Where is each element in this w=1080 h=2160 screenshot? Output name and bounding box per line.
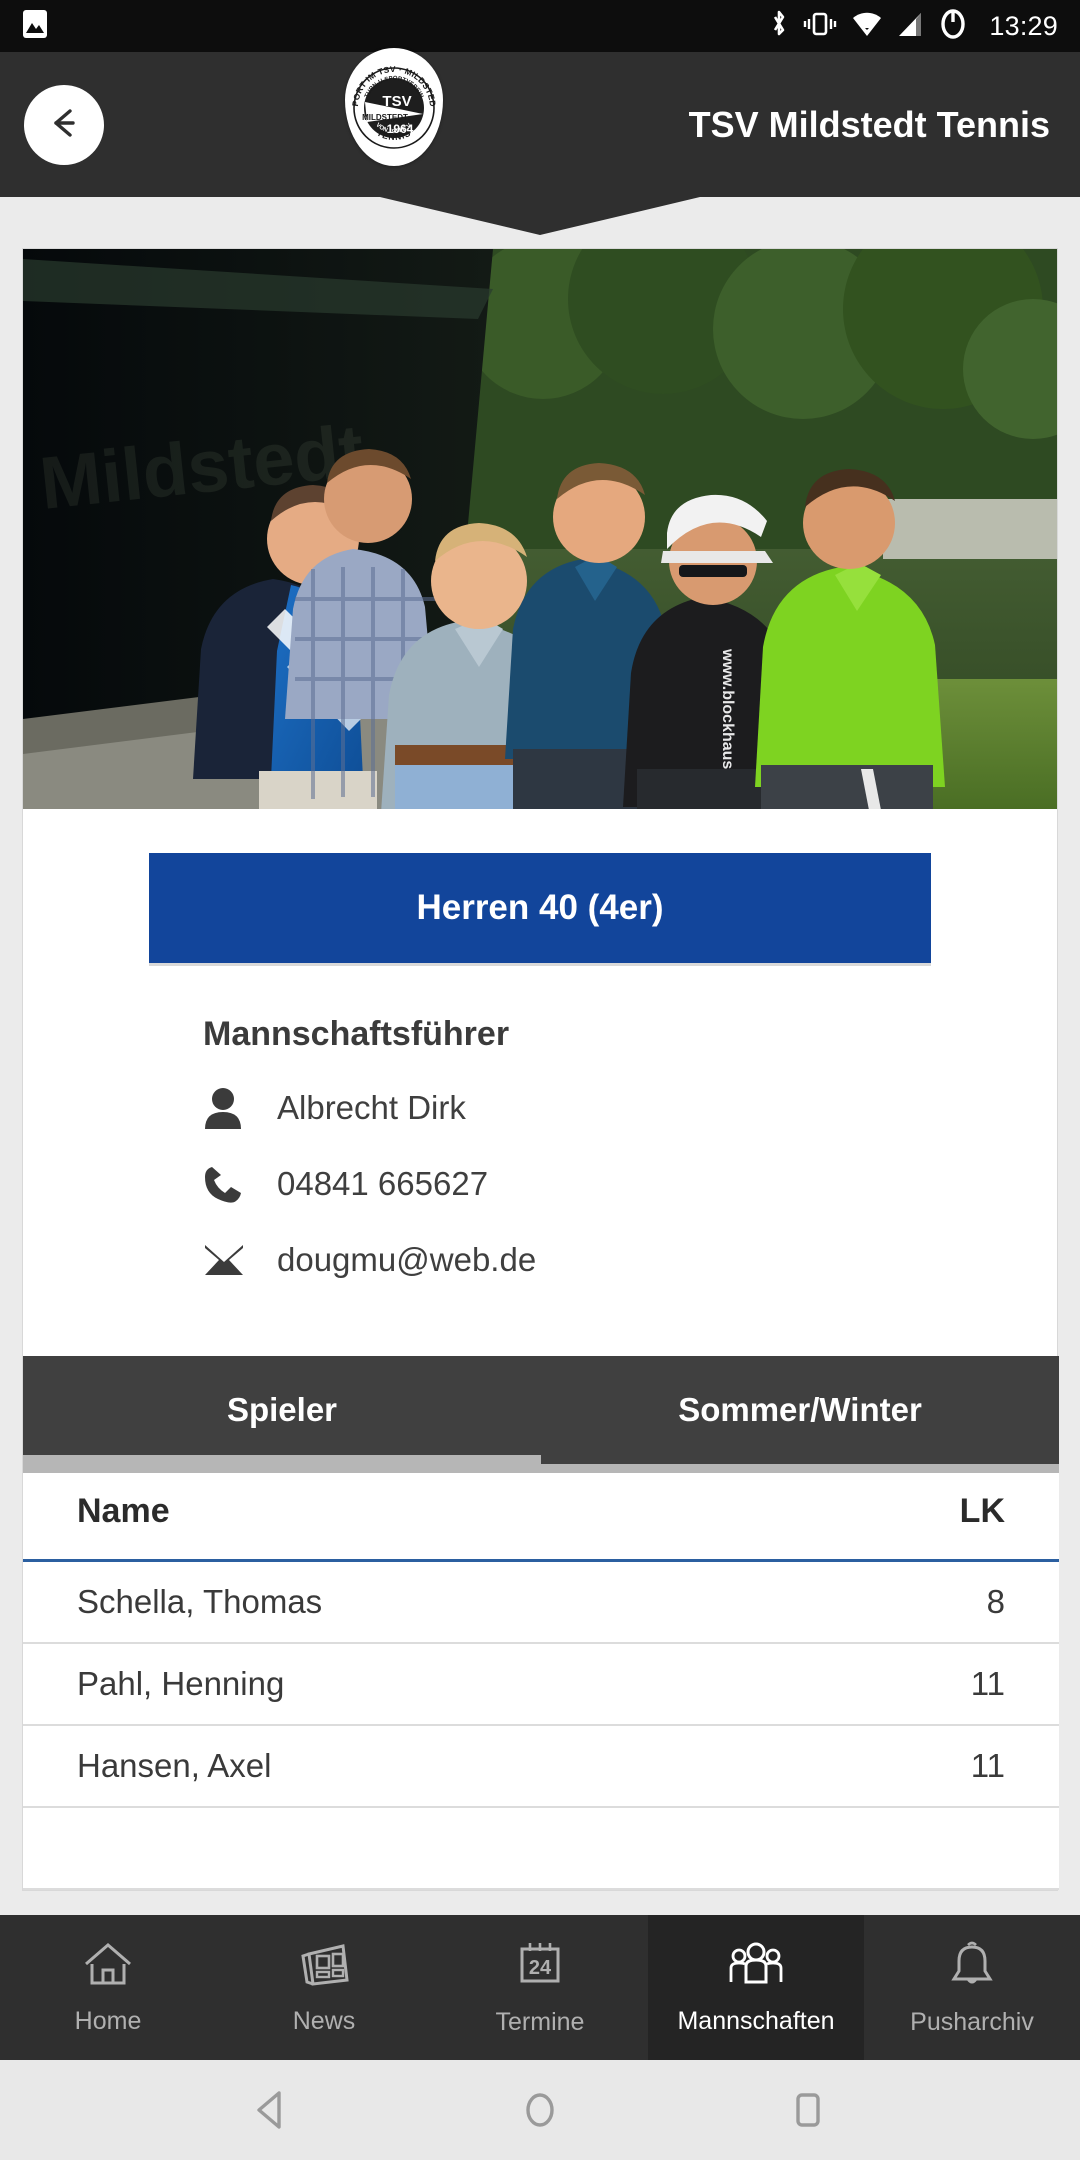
svg-text:1964: 1964 <box>387 122 414 136</box>
nav-item-termine[interactable]: 24 Termine <box>432 1915 648 2060</box>
player-name: Schella, Thomas <box>77 1583 323 1620</box>
player-name: Hansen, Axel <box>77 1747 272 1784</box>
android-recents-button[interactable] <box>785 2087 831 2133</box>
player-lk: 11 <box>970 1665 1005 1702</box>
page-title: TSV Mildstedt Tennis <box>688 103 1050 145</box>
tab-active-indicator <box>23 1455 541 1464</box>
nav-item-news[interactable]: News <box>216 1915 432 2060</box>
signal-icon <box>897 10 925 43</box>
image-icon <box>22 9 48 44</box>
table-row[interactable]: Schella, Thomas 8 <box>23 1562 1059 1644</box>
svg-text:TSV: TSV <box>382 93 411 110</box>
contact-row-phone[interactable]: 04841 665627 <box>203 1160 1057 1208</box>
table-header-row: Name LK <box>23 1464 1059 1562</box>
team-card: Mildstedt www.blockhaus.de Herren 40 (4e… <box>22 248 1059 1891</box>
app-screen: 13:29 TSV Mildstedt Tennis SPORT IM T <box>0 0 1080 2160</box>
tab-sommer-winter[interactable]: Sommer/Winter <box>541 1356 1059 1464</box>
team-button-wrap: Herren 40 (4er) <box>23 809 1057 963</box>
contact-person-name: Albrecht Dirk <box>277 1089 466 1126</box>
nav-label: Termine <box>495 2007 585 2036</box>
bell-icon <box>948 1939 996 1994</box>
svg-text:MILDSTEDT: MILDSTEDT <box>362 113 408 122</box>
people-icon <box>727 1940 785 1993</box>
tab-bar: Spieler Sommer/Winter <box>23 1356 1059 1473</box>
status-bar: 13:29 <box>0 0 1080 52</box>
wifi-icon <box>851 10 883 43</box>
bluetooth-icon <box>769 8 789 45</box>
calendar-icon: 24 <box>514 1939 566 1994</box>
player-lk: 11 <box>970 1747 1005 1784</box>
contact-row-mail[interactable]: dougmu@web.de <box>203 1236 1057 1284</box>
table-row[interactable]: Hansen, Axel 11 <box>23 1726 1059 1808</box>
phone-icon <box>203 1163 265 1205</box>
contact-heading: Mannschaftsführer <box>203 1015 510 1053</box>
column-header-lk: LK <box>959 1492 1005 1530</box>
status-bar-right: 13:29 <box>769 8 1058 45</box>
player-name: Pahl, Henning <box>77 1665 285 1702</box>
android-navigation-bar <box>0 2060 1080 2160</box>
contact-section: Mannschaftsführer Albrecht Dirk 04841 66… <box>23 963 1057 1356</box>
app-bar: TSV Mildstedt Tennis <box>0 52 1080 197</box>
nav-label: Home <box>74 2006 142 2035</box>
status-bar-left <box>22 9 48 44</box>
mail-icon <box>203 1242 265 1278</box>
team-photo: Mildstedt www.blockhaus.de <box>23 249 1057 809</box>
player-lk: 8 <box>986 1583 1005 1620</box>
back-button[interactable] <box>24 85 104 165</box>
tab-spieler[interactable]: Spieler <box>23 1356 541 1464</box>
team-select-button[interactable]: Herren 40 (4er) <box>149 853 931 963</box>
app-bar-notch <box>0 197 1080 235</box>
column-header-name: Name <box>77 1492 170 1530</box>
nav-label: Pusharchiv <box>910 2007 1034 2036</box>
person-icon <box>203 1087 265 1129</box>
table-row[interactable]: Pahl, Henning 11 <box>23 1644 1059 1726</box>
home-icon <box>82 1940 134 1993</box>
players-table: Name LK Schella, Thomas 8 Pahl, Henning … <box>23 1464 1059 1890</box>
nav-item-home[interactable]: Home <box>0 1915 216 2060</box>
contact-email: dougmu@web.de <box>277 1241 537 1278</box>
battery-icon <box>939 8 967 45</box>
nav-item-mannschaften[interactable]: Mannschaften <box>648 1915 864 2060</box>
android-home-button[interactable] <box>517 2087 563 2133</box>
tab-base-line <box>23 1464 1059 1473</box>
table-row-partial[interactable] <box>23 1808 1059 1890</box>
android-back-button[interactable] <box>249 2087 295 2133</box>
nav-label: Mannschaften <box>677 2006 835 2035</box>
nav-label: News <box>292 2006 356 2035</box>
svg-text:24: 24 <box>529 1957 552 1979</box>
newspaper-icon <box>297 1940 351 1993</box>
nav-item-pusharchiv[interactable]: Pusharchiv <box>864 1915 1080 2060</box>
status-bar-clock: 13:29 <box>989 10 1058 41</box>
contact-row-person[interactable]: Albrecht Dirk <box>203 1084 1057 1132</box>
bottom-navigation: Home News 24 Termine Mannschaften Pushar… <box>0 1915 1080 2060</box>
back-arrow-icon <box>44 103 84 148</box>
contact-phone-number: 04841 665627 <box>277 1165 489 1202</box>
vibrate-icon <box>803 9 837 44</box>
